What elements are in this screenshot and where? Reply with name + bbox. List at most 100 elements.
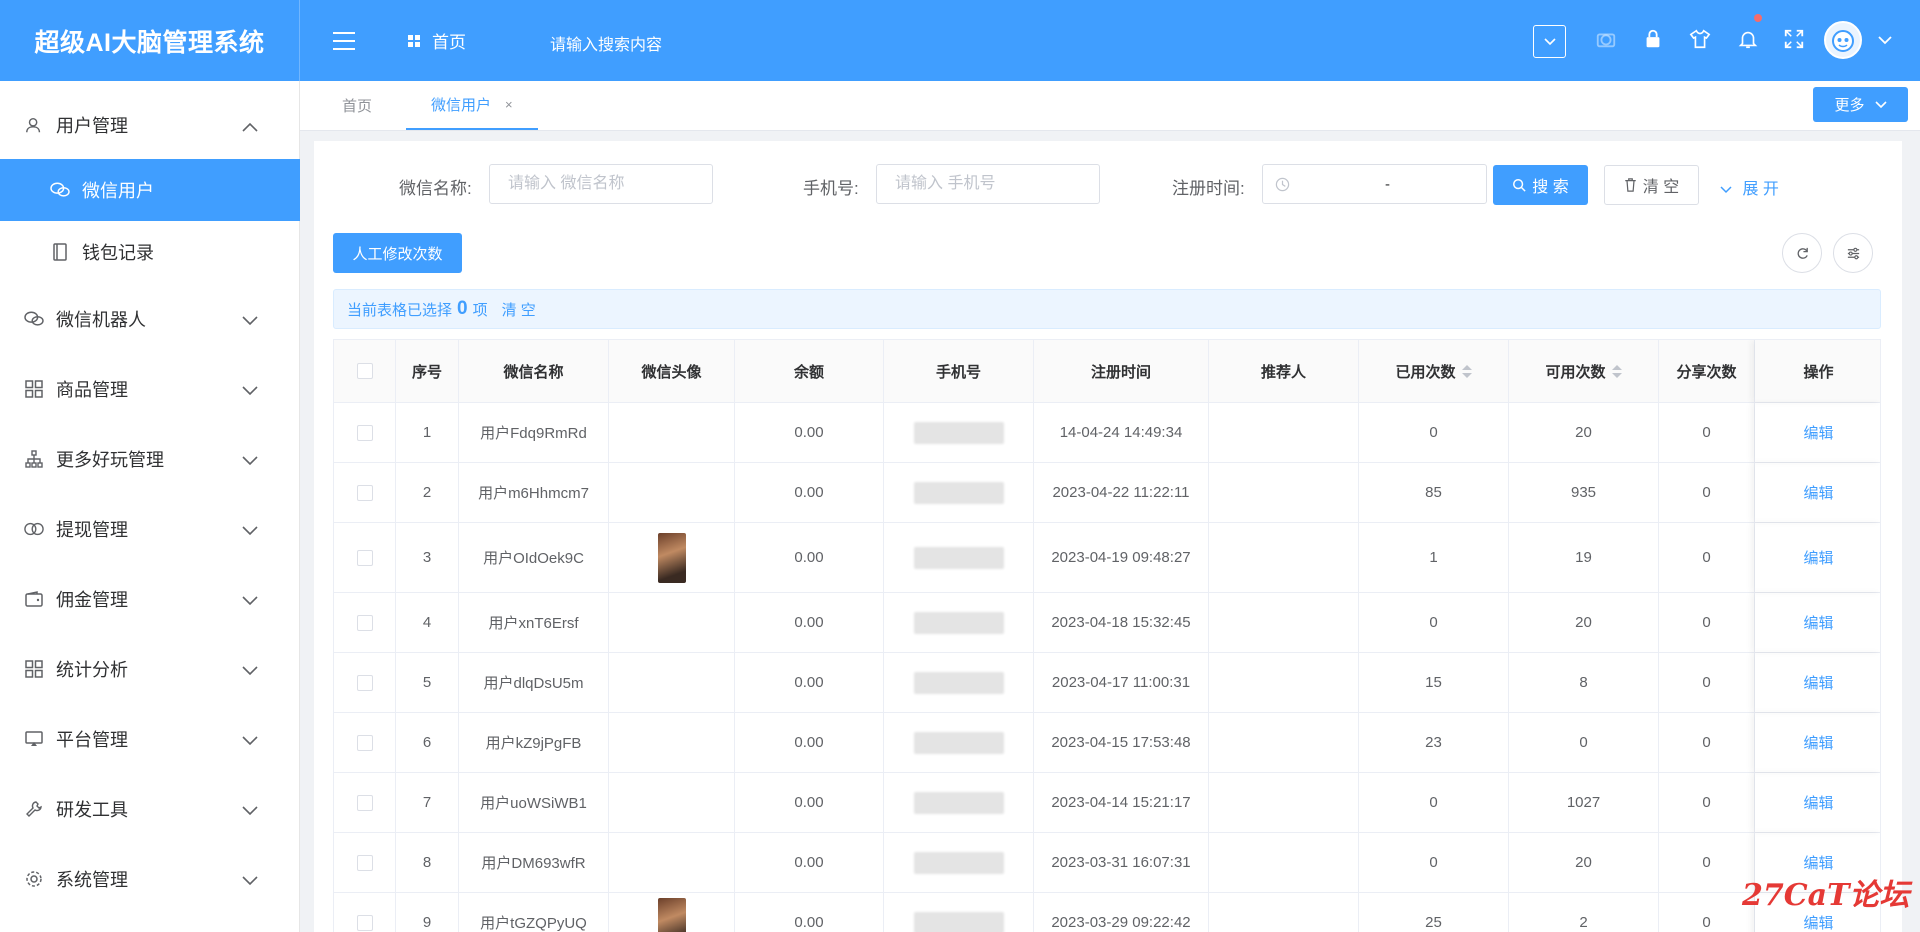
phone-redacted [913, 671, 1004, 694]
sidebar-item-statistics[interactable]: 统计分析 [0, 638, 300, 700]
wechat-name-input[interactable] [489, 164, 713, 204]
wechat-avatar-image [657, 532, 686, 583]
tab-wechat-users[interactable]: 微信用户 × [406, 81, 538, 130]
phone-redacted [913, 851, 1004, 874]
tab-label: 首页 [342, 98, 373, 115]
row-select-cell [334, 653, 396, 712]
chevron-down-icon[interactable] [1878, 32, 1892, 49]
edit-link[interactable]: 编辑 [1803, 912, 1833, 932]
edit-link[interactable]: 编辑 [1803, 547, 1833, 568]
selection-info-bar: 当前表格已选择 0 项 清 空 [333, 289, 1881, 329]
manual-edit-count-button[interactable]: 人工修改次数 [333, 233, 462, 273]
cell-available: 935 [1509, 463, 1659, 522]
clear-button[interactable]: 清 空 [1604, 165, 1699, 205]
sidebar-item-wallet-records[interactable]: 钱包记录 [0, 221, 300, 283]
sidebar-item-more-fun[interactable]: 更多好玩管理 [0, 428, 300, 490]
bell-icon[interactable] [1736, 27, 1760, 51]
reg-time-date-range[interactable]: - [1262, 164, 1487, 204]
header-cell: 注册时间 [1034, 340, 1209, 402]
select-all-checkbox[interactable] [356, 363, 373, 379]
edit-link[interactable]: 编辑 [1803, 422, 1833, 443]
row-select-cell [334, 833, 396, 892]
shirt-icon[interactable] [1688, 27, 1712, 51]
chevron-down-icon [242, 520, 258, 541]
search-button[interactable]: 搜 索 [1493, 165, 1588, 205]
phone-cell [884, 653, 1034, 712]
table-row: 9 用户tGZQPyUQ 0.00 2023-03-29 09:22:42 25 2 0 编辑 [334, 893, 1880, 932]
sidebar-item-platform[interactable]: 平台管理 [0, 708, 300, 770]
refresh-button[interactable] [1782, 233, 1822, 273]
chevron-down-icon [242, 660, 258, 681]
sidebar-item-label: 微信机器人 [56, 310, 146, 330]
cell-referrer [1209, 403, 1359, 462]
row-checkbox[interactable] [356, 914, 373, 931]
table-row: 7 用户uoWSiWB1 0.00 2023-04-14 15:21:17 0 1027 0… [334, 773, 1880, 833]
edit-link[interactable]: 编辑 [1803, 612, 1833, 633]
phone-cell [884, 833, 1034, 892]
sidebar-item-wechat-robot[interactable]: 微信机器人 [0, 288, 300, 350]
header-label: 已用次数 [1395, 363, 1456, 381]
search-icon [1513, 179, 1526, 192]
sidebar-item-system[interactable]: 系统管理 [0, 848, 300, 910]
sidebar-item-dev-tools[interactable]: 研发工具 [0, 778, 300, 840]
avatar-cell [609, 713, 735, 772]
header-search-input[interactable]: 请输入搜索内容 [550, 31, 662, 55]
column-settings-button[interactable] [1833, 233, 1873, 273]
lock-icon[interactable] [1641, 27, 1665, 51]
row-checkbox[interactable] [356, 484, 373, 501]
home-nav-link[interactable]: 首页 [408, 28, 466, 53]
more-tabs-button[interactable]: 更多 [1813, 87, 1908, 122]
wrench-icon [24, 799, 44, 819]
header-cell-sortable[interactable]: 可用次数 [1509, 340, 1659, 402]
expand-filters-link[interactable]: 展 开 [1720, 175, 1779, 199]
row-checkbox[interactable] [356, 549, 373, 566]
row-checkbox[interactable] [356, 794, 373, 811]
camera-icon[interactable] [1594, 27, 1618, 51]
selection-clear-link[interactable]: 清 空 [502, 299, 536, 320]
sort-icon[interactable] [1611, 364, 1622, 378]
sidebar-item-commission[interactable]: 佣金管理 [0, 568, 300, 630]
app-title: 超级AI大脑管理系统 [34, 28, 265, 57]
row-select-cell [334, 403, 396, 462]
cell-available: 2 [1509, 893, 1659, 932]
notification-badge [1754, 14, 1762, 22]
sidebar-item-product-management[interactable]: 商品管理 [0, 358, 300, 420]
header-cell: 操作 [1755, 340, 1880, 402]
row-checkbox[interactable] [356, 614, 373, 631]
sort-icon[interactable] [1461, 364, 1472, 378]
cell-referrer [1209, 593, 1359, 652]
edit-link[interactable]: 编辑 [1803, 482, 1833, 503]
row-checkbox[interactable] [356, 424, 373, 441]
cell-used: 25 [1359, 893, 1509, 932]
edit-link[interactable]: 编辑 [1803, 732, 1833, 753]
row-select-cell [334, 523, 396, 592]
avatar-cell [609, 893, 735, 932]
header-select-all [334, 340, 396, 402]
cell-reg_time: 14-04-24 14:49:34 [1034, 403, 1209, 462]
menu-toggle-icon[interactable] [333, 32, 355, 50]
row-checkbox[interactable] [356, 854, 373, 871]
fullscreen-icon[interactable] [1782, 27, 1806, 51]
cell-referrer [1209, 463, 1359, 522]
table-row: 3 用户OIdOek9C 0.00 2023-04-19 09:48:27 1 19 0 编辑 [334, 523, 1880, 593]
sidebar-item-wechat-users[interactable]: 微信用户 [0, 159, 300, 221]
header-cell-sortable[interactable]: 已用次数 [1359, 340, 1509, 402]
chevron-down-icon [1874, 100, 1887, 108]
sidebar-item-withdrawal[interactable]: 提现管理 [0, 498, 300, 560]
sidebar-item-user-management[interactable]: 用户管理 [0, 94, 300, 156]
edit-link[interactable]: 编辑 [1803, 672, 1833, 693]
user-avatar[interactable] [1824, 21, 1862, 59]
row-checkbox[interactable] [356, 734, 373, 751]
cell-used: 0 [1359, 773, 1509, 832]
dropdown-chevron-button[interactable] [1533, 25, 1566, 58]
phone-input[interactable] [876, 164, 1100, 204]
row-checkbox[interactable] [356, 674, 373, 691]
cell-name: 用户OIdOek9C [459, 523, 609, 592]
close-icon[interactable]: × [505, 97, 513, 112]
home-nav-label: 首页 [432, 33, 466, 52]
action-cell: 编辑 [1755, 713, 1880, 772]
cell-index: 5 [396, 653, 459, 712]
edit-link[interactable]: 编辑 [1803, 792, 1833, 813]
chevron-down-icon [242, 730, 258, 751]
tab-home[interactable]: 首页 [342, 81, 372, 130]
